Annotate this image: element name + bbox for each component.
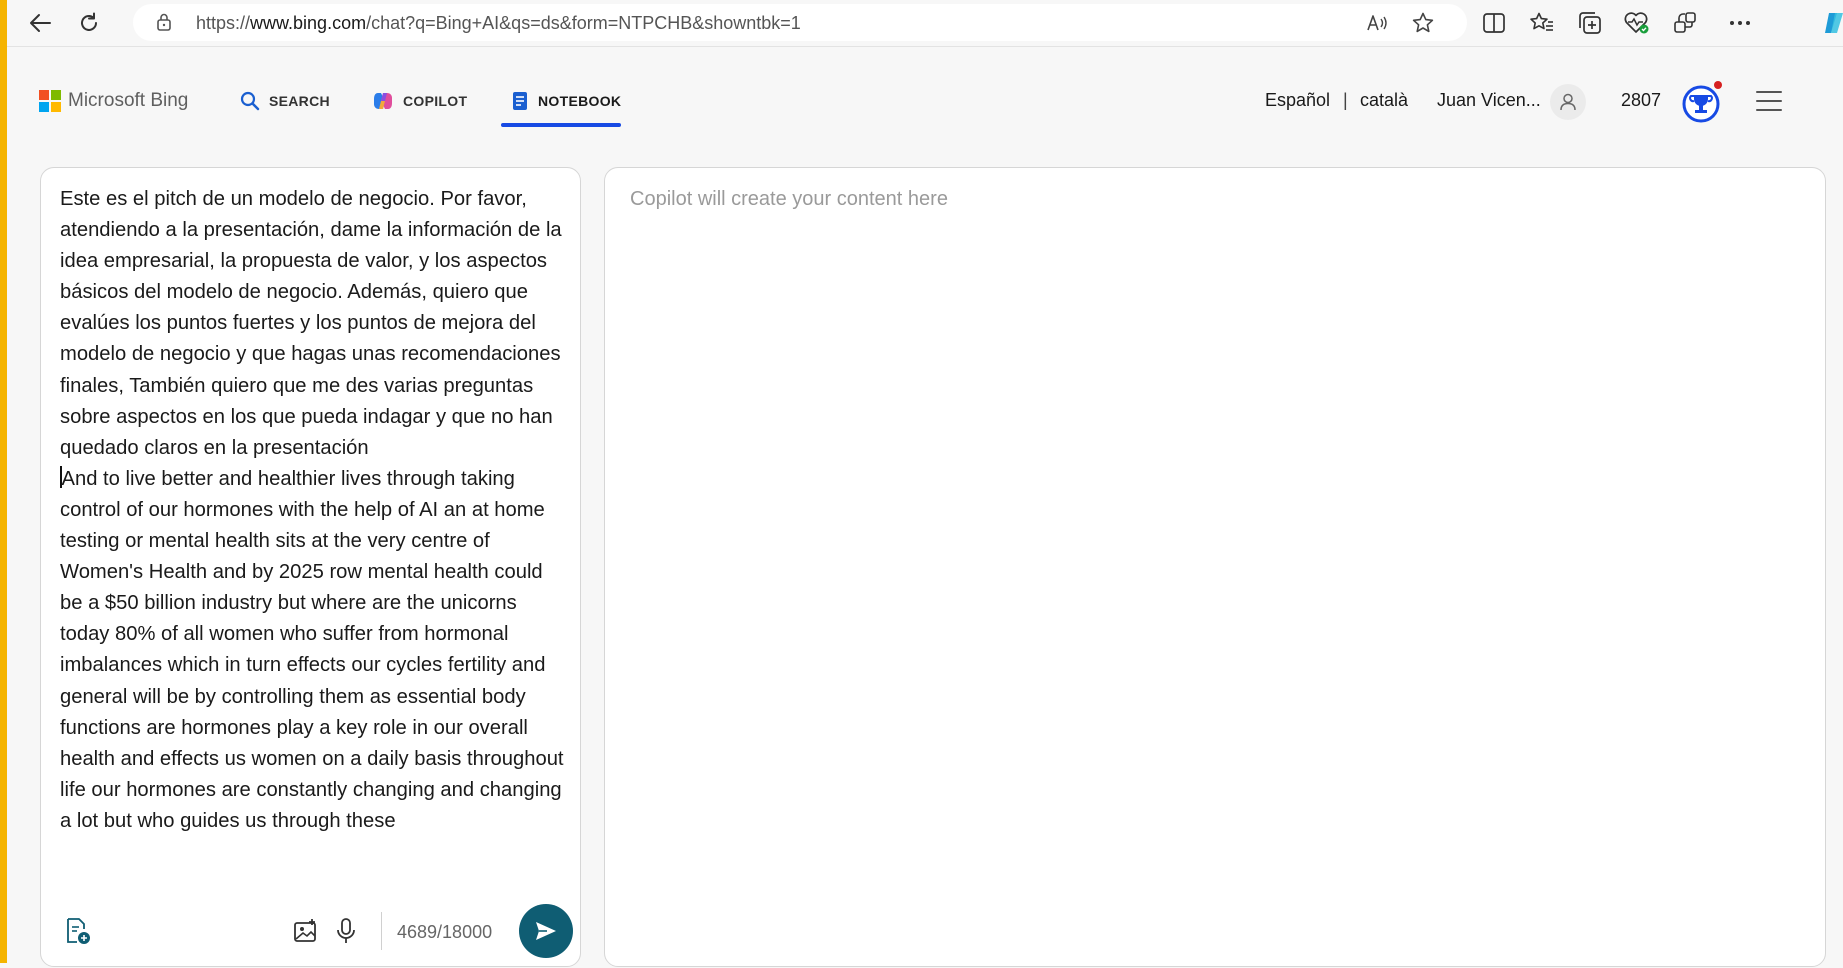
copilot-sidebar-icon[interactable] bbox=[1819, 8, 1843, 38]
active-tab-indicator bbox=[501, 123, 621, 127]
tab-search[interactable]: SEARCH bbox=[240, 87, 330, 115]
browser-toolbar: https://www.bing.com/chat?q=Bing+AI&qs=d… bbox=[7, 0, 1843, 47]
browser-essentials-icon[interactable] bbox=[1622, 8, 1652, 38]
read-aloud-icon[interactable] bbox=[1365, 10, 1391, 36]
lock-icon[interactable] bbox=[155, 12, 173, 37]
refresh-icon[interactable] bbox=[74, 8, 104, 38]
image-input-icon[interactable] bbox=[291, 916, 321, 946]
microsoft-logo-icon bbox=[39, 90, 61, 112]
search-icon bbox=[240, 91, 260, 111]
user-name[interactable]: Juan Vicen... bbox=[1437, 90, 1541, 111]
output-panel: Copilot will create your content here bbox=[604, 167, 1826, 967]
url-path: /chat?q=Bing+AI&qs=ds&form=NTPCHB&shownt… bbox=[366, 13, 801, 33]
prompt-paragraph-2-wrap: And to live better and healthier lives t… bbox=[60, 464, 570, 837]
prompt-panel: Este es el pitch de un modelo de negocio… bbox=[40, 167, 581, 967]
output-placeholder: Copilot will create your content here bbox=[630, 188, 948, 210]
prompt-paragraph-2: And to live better and healthier lives t… bbox=[60, 467, 564, 832]
window-edge-accent bbox=[0, 0, 7, 963]
microphone-icon[interactable] bbox=[331, 916, 361, 946]
address-bar[interactable]: https://www.bing.com/chat?q=Bing+AI&qs=d… bbox=[133, 4, 1467, 41]
url-domain: www.bing.com bbox=[250, 13, 367, 33]
language-catala-link[interactable]: català bbox=[1360, 90, 1408, 111]
language-separator: | bbox=[1343, 90, 1348, 110]
bing-header: Microsoft Bing SEARCH COPILOT NOTEBOOK E… bbox=[7, 47, 1843, 131]
copilot-icon bbox=[372, 90, 394, 112]
favorites-icon[interactable] bbox=[1527, 8, 1557, 38]
rewards-trophy-icon[interactable] bbox=[1679, 80, 1723, 124]
notebook-icon bbox=[511, 90, 529, 112]
brand-name[interactable]: Microsoft Bing bbox=[68, 90, 188, 112]
tab-copilot-label: COPILOT bbox=[403, 93, 468, 109]
send-button[interactable] bbox=[519, 904, 573, 958]
prompt-textarea[interactable]: Este es el pitch de un modelo de negocio… bbox=[60, 184, 570, 892]
language-espanol-link[interactable]: Español bbox=[1265, 90, 1330, 111]
new-notebook-icon[interactable] bbox=[63, 916, 93, 946]
split-screen-icon[interactable] bbox=[1479, 8, 1509, 38]
user-avatar-icon[interactable] bbox=[1550, 84, 1586, 120]
menu-icon[interactable] bbox=[1756, 91, 1782, 113]
collections-icon[interactable] bbox=[1575, 8, 1605, 38]
rewards-points[interactable]: 2807 bbox=[1621, 90, 1661, 111]
tab-copilot[interactable]: COPILOT bbox=[372, 87, 467, 115]
url-text[interactable]: https://www.bing.com/chat?q=Bing+AI&qs=d… bbox=[196, 13, 801, 34]
character-count: 4689/18000 bbox=[397, 922, 493, 942]
tab-notebook[interactable]: NOTEBOOK bbox=[511, 87, 621, 115]
favorite-star-icon[interactable] bbox=[1410, 10, 1436, 36]
more-options-icon[interactable] bbox=[1725, 8, 1755, 38]
prompt-paragraph-1: Este es el pitch de un modelo de negocio… bbox=[60, 188, 562, 459]
composer-toolbar: 4689/18000 bbox=[41, 898, 580, 968]
tab-notebook-label: NOTEBOOK bbox=[538, 93, 622, 109]
send-icon bbox=[536, 922, 556, 940]
back-arrow-icon[interactable] bbox=[25, 8, 55, 38]
tab-search-label: SEARCH bbox=[269, 93, 330, 109]
url-prefix: https:// bbox=[196, 13, 251, 33]
extensions-icon[interactable] bbox=[1670, 8, 1700, 38]
toolbar-divider bbox=[381, 912, 382, 950]
